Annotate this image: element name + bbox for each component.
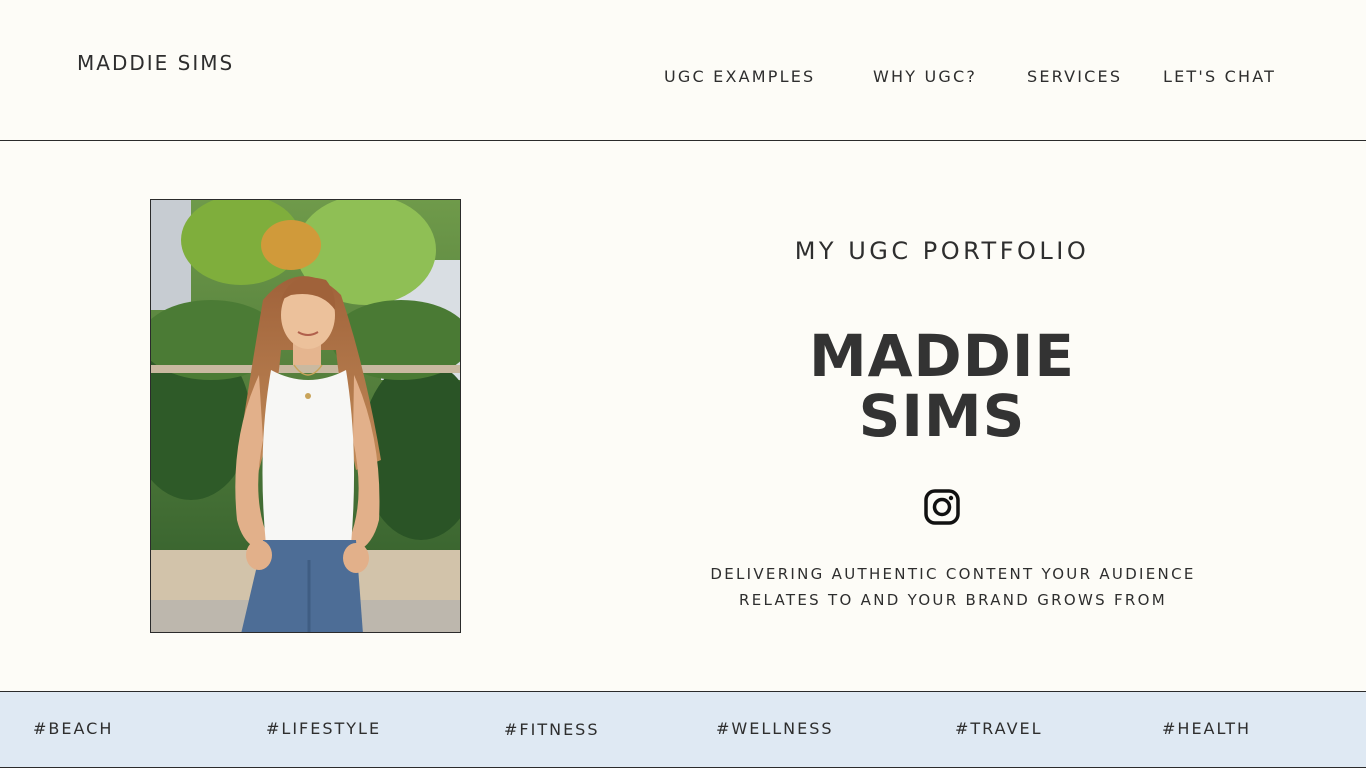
nav-why-ugc[interactable]: WHY UGC? [873,67,977,86]
tagline-line2: RELATES TO AND YOUR BRAND GROWS FROM [739,591,1167,609]
hero-name-heading: MADDIE SIMS [742,326,1142,446]
instagram-icon[interactable] [923,488,961,526]
nav-ugc-examples[interactable]: UGC EXAMPLES [664,67,815,86]
hero-name-line2: SIMS [858,382,1026,450]
portrait-illustration [151,200,460,632]
site-header: MADDIE SIMS UGC EXAMPLES WHY UGC? SERVIC… [0,0,1366,141]
hashtag-fitness: #FITNESS [504,720,600,739]
nav-services[interactable]: SERVICES [1027,67,1122,86]
hashtag-band: #BEACH #LIFESTYLE #FITNESS #WELLNESS #TR… [0,691,1366,768]
portrait-photo [150,199,461,633]
hashtag-wellness: #WELLNESS [716,719,834,738]
brand-logo-link[interactable]: MADDIE SIMS [77,51,234,75]
portfolio-eyebrow: MY UGC PORTFOLIO [794,237,1090,265]
hashtag-travel: #TRAVEL [955,719,1043,738]
hero-name-line1: MADDIE [808,322,1076,390]
tagline-line1: DELIVERING AUTHENTIC CONTENT YOUR AUDIEN… [710,565,1196,583]
page: MADDIE SIMS UGC EXAMPLES WHY UGC? SERVIC… [0,0,1366,768]
hashtag-lifestyle: #LIFESTYLE [266,719,382,738]
hashtag-beach: #BEACH [33,719,114,738]
hashtag-health: #HEALTH [1162,719,1252,738]
nav-lets-chat[interactable]: LET'S CHAT [1163,67,1276,86]
hero-tagline: DELIVERING AUTHENTIC CONTENT YOUR AUDIEN… [690,561,1216,613]
